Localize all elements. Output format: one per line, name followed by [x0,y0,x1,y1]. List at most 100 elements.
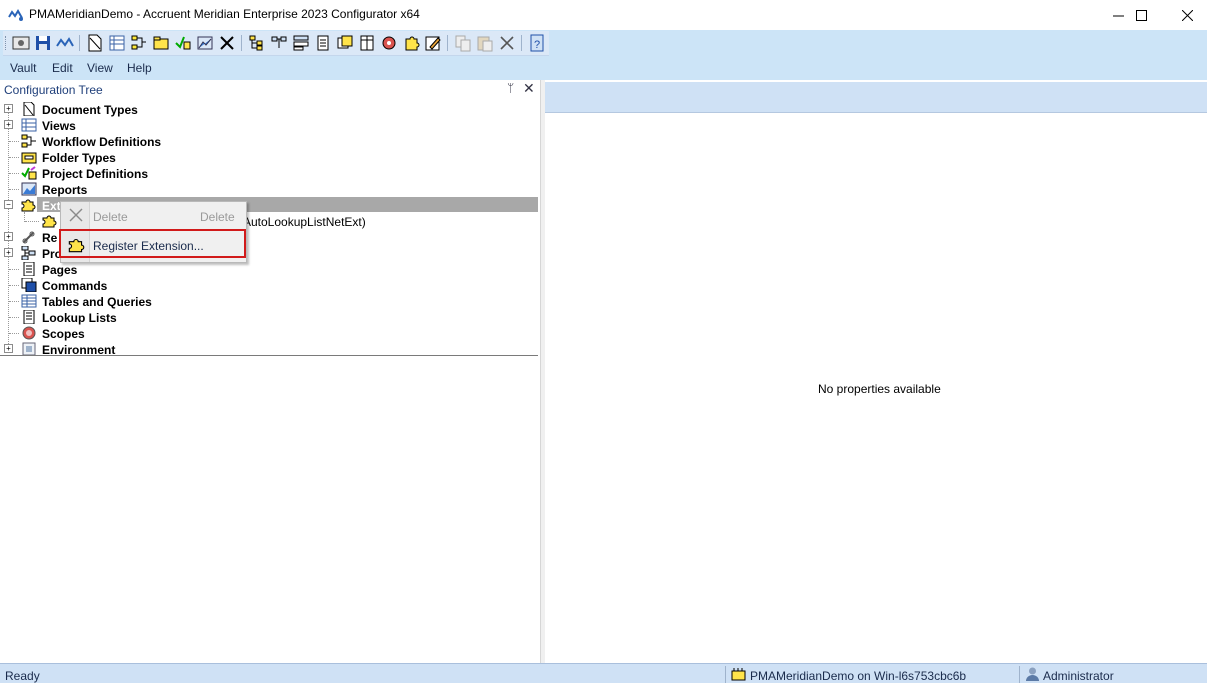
tree-node-scopes[interactable]: Scopes [42,327,85,341]
toolbar-separator [521,35,522,51]
tree-connector [9,333,19,334]
document-types-icon [23,102,35,116]
menu-bar: Vault Edit View Help [0,57,546,79]
pages-icon [23,262,35,276]
toolbar-separator [447,35,448,51]
project-definitions-icon[interactable] [174,34,192,52]
app-logo-icon [8,9,23,21]
close-icon [1181,9,1193,21]
commands-icon [21,278,37,292]
menu-help[interactable]: Help [127,61,152,75]
folder-types-icon[interactable] [152,34,170,52]
maximize-icon [1135,9,1147,21]
tree-node-extension-item[interactable]: AutoLookupListNetExt) [243,215,366,229]
toolbar-separator [79,35,80,51]
tree-connector [9,141,19,142]
relations-icon[interactable] [270,34,288,52]
configuration-tree-header: Configuration Tree ᛘ ✕ [0,80,540,100]
tree-connector [9,173,19,174]
expander-environment[interactable]: + [4,344,13,353]
properties-header [545,82,1207,113]
status-user: Administrator [1043,669,1114,683]
close-button[interactable] [1164,0,1207,30]
edit-icon[interactable] [424,34,442,52]
workflow-icon[interactable] [130,34,148,52]
reports-icon [21,182,37,196]
save-icon[interactable] [34,34,52,52]
title-bar: PMAMeridianDemo - Accruent Meridian Ente… [0,0,1207,30]
tree-node-folder-types[interactable]: Folder Types [42,151,116,165]
folder-types-icon [21,152,37,164]
tables-icon[interactable] [358,34,376,52]
menu-vault[interactable]: Vault [10,61,36,75]
tree-node-extensions[interactable]: Ext [42,199,61,213]
menu-view[interactable]: View [87,61,113,75]
pages-icon[interactable] [314,34,332,52]
status-separator [725,666,726,683]
reports-icon[interactable] [196,34,214,52]
tree-node-lookup-lists[interactable]: Lookup Lists [42,311,117,325]
expander-document-types[interactable]: + [4,104,13,113]
status-bar: Ready PMAMeridianDemo on Win-l6s753cbc6b… [0,663,1207,683]
status-text: Ready [5,669,40,683]
toolbar-separator [241,35,242,51]
extension-item-icon [42,215,57,228]
views-icon[interactable] [108,34,126,52]
vault-properties-icon[interactable] [12,34,30,52]
tree-connector [9,189,19,190]
relations-icon [22,231,35,244]
tree-node-project-definitions[interactable]: Project Definitions [42,167,148,181]
pane-close-icon[interactable]: ✕ [523,80,535,97]
scopes-icon[interactable] [402,34,420,52]
expander-property-pages[interactable]: + [4,248,13,257]
tree-node-pages[interactable]: Pages [42,263,77,277]
tree-node-document-types[interactable]: Document Types [42,103,138,117]
menu-edit[interactable]: Edit [52,61,73,75]
tree-node-workflow-definitions[interactable]: Workflow Definitions [42,135,161,149]
expander-views[interactable]: + [4,120,13,129]
document-types-icon[interactable] [86,34,104,52]
context-menu-delete[interactable]: Delete Delete [62,204,244,226]
tree-connector [9,269,19,270]
lookup-lists-icon[interactable] [380,34,398,52]
context-menu-delete-label: Delete [93,210,128,224]
property-pages-icon[interactable] [292,34,310,52]
window-title: PMAMeridianDemo - Accruent Meridian Ente… [29,7,420,21]
meridian-icon[interactable] [56,34,74,52]
tree-node-reports[interactable]: Reports [42,183,87,197]
toolbar-grip[interactable] [5,36,8,50]
vault-icon [731,668,746,681]
register-extension-highlight-box [59,229,246,258]
no-properties-message: No properties available [818,382,941,396]
expander-relations[interactable]: + [4,232,13,241]
status-separator [1019,666,1020,683]
pin-icon[interactable]: ᛘ [507,81,514,95]
lookup-lists-icon [23,310,35,324]
delete-icon [69,208,83,222]
tree-node-views[interactable]: Views [42,119,76,133]
workflow-definitions-icon [21,134,36,148]
help-icon[interactable]: ? [528,34,546,52]
status-vault: PMAMeridianDemo on Win-l6s753cbc6b [750,669,967,683]
tree-icon[interactable] [248,34,266,52]
property-pages-icon [21,246,36,260]
paste-icon[interactable] [476,34,494,52]
scopes-icon [22,326,36,340]
tree-connector [8,106,9,352]
tree-node-tables-and-queries[interactable]: Tables and Queries [42,295,152,309]
views-icon [21,118,37,132]
maximize-button[interactable] [1118,0,1164,30]
copy-icon[interactable] [454,34,472,52]
pane-title: Configuration Tree [4,83,103,97]
tree-divider [0,355,538,356]
tree-connector [9,285,19,286]
extensions-tool-icon[interactable] [218,34,236,52]
tree-node-relations[interactable]: Re [42,231,57,245]
commands-icon[interactable] [336,34,354,52]
tree-node-commands[interactable]: Commands [42,279,107,293]
tree-connector [25,221,39,222]
delete-icon[interactable] [498,34,516,52]
expander-extensions[interactable]: − [4,200,13,209]
extensions-icon [21,199,36,212]
tables-and-queries-icon [21,294,37,308]
